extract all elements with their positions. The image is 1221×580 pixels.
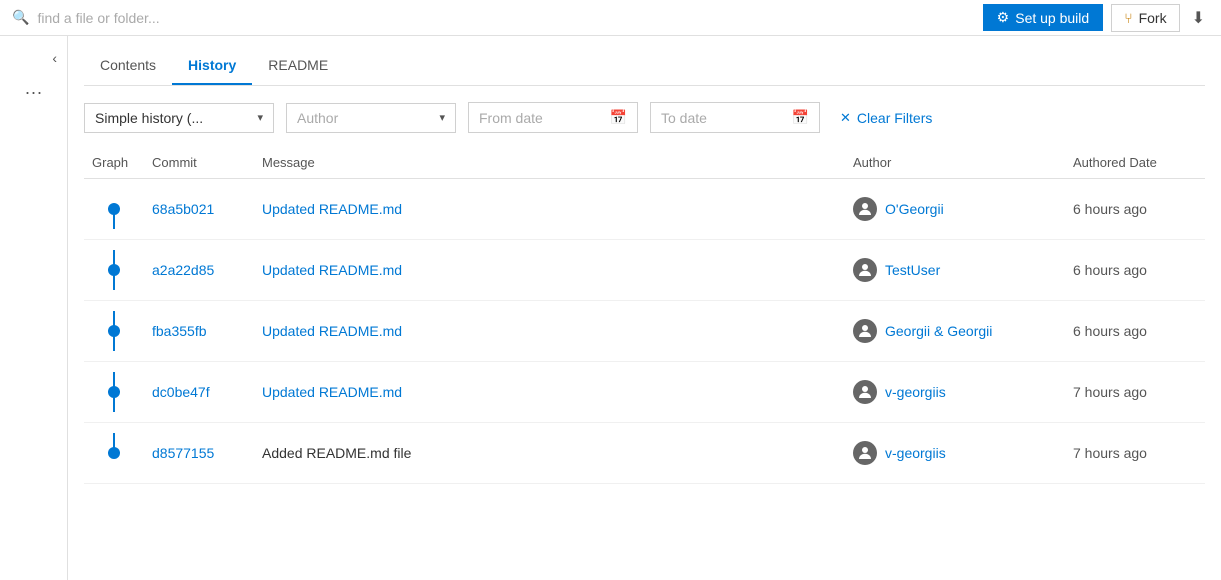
graph-cell-1 (84, 179, 144, 240)
sidebar-collapse-button[interactable]: ‹ (46, 44, 63, 72)
col-header-graph: Graph (84, 149, 144, 179)
avatar (853, 380, 877, 404)
history-type-chevron: ▾ (257, 111, 263, 124)
main-layout: ‹ ··· Contents History README Simple his… (0, 36, 1221, 580)
author-cell: TestUser (845, 240, 1065, 301)
setup-build-button[interactable]: ⚙ Set up build (983, 4, 1104, 31)
date-text: 6 hours ago (1073, 201, 1147, 217)
authored-date-cell: 7 hours ago (1065, 423, 1205, 484)
author-cell: v-georgiis (845, 362, 1065, 423)
message-link[interactable]: Updated README.md (262, 262, 402, 278)
to-date-calendar-icon: 📅 (792, 109, 809, 126)
filter-bar: Simple history (... ▾ Author ▾ From date… (84, 102, 1205, 133)
date-text: 6 hours ago (1073, 262, 1147, 278)
sidebar-more-button[interactable]: ··· (17, 78, 51, 107)
author-name-link[interactable]: Georgii & Georgii (885, 323, 992, 339)
message-text: Added README.md file (262, 445, 411, 461)
author-cell: O'Georgii (845, 179, 1065, 240)
commit-hash-cell[interactable]: a2a22d85 (144, 240, 254, 301)
author-filter[interactable]: Author ▾ (286, 103, 456, 133)
date-text: 7 hours ago (1073, 384, 1147, 400)
to-date-placeholder: To date (661, 110, 707, 126)
col-header-authored-date: Authored Date (1065, 149, 1205, 179)
avatar (853, 197, 877, 221)
author-name-link[interactable]: v-georgiis (885, 384, 946, 400)
message-cell[interactable]: Updated README.md (254, 301, 845, 362)
from-date-calendar-icon: 📅 (610, 109, 627, 126)
message-cell: Added README.md file (254, 423, 845, 484)
search-icon: 🔍 (12, 9, 29, 26)
message-cell[interactable]: Updated README.md (254, 240, 845, 301)
setup-build-icon: ⚙ (997, 9, 1010, 26)
message-cell[interactable]: Updated README.md (254, 362, 845, 423)
commit-hash-cell[interactable]: fba355fb (144, 301, 254, 362)
col-header-author: Author (845, 149, 1065, 179)
sidebar: ‹ ··· (0, 36, 68, 580)
message-cell[interactable]: Updated README.md (254, 179, 845, 240)
date-text: 6 hours ago (1073, 323, 1147, 339)
date-text: 7 hours ago (1073, 445, 1147, 461)
clear-filters-button[interactable]: ✕ Clear Filters (832, 106, 940, 130)
from-date-placeholder: From date (479, 110, 543, 126)
author-name-link[interactable]: v-georgiis (885, 445, 946, 461)
setup-build-label: Set up build (1015, 10, 1089, 26)
tabs-bar: Contents History README (84, 36, 1205, 86)
history-type-label: Simple history (... (95, 110, 203, 126)
table-row: d8577155Added README.md file v-georgiis … (84, 423, 1205, 484)
graph-cell-5 (84, 423, 144, 484)
author-cell: v-georgiis (845, 423, 1065, 484)
commit-link[interactable]: 68a5b021 (152, 201, 214, 217)
tab-contents[interactable]: Contents (84, 47, 172, 85)
fork-label: Fork (1139, 10, 1167, 26)
table-header-row: Graph Commit Message Author Authored Dat… (84, 149, 1205, 179)
clear-filters-label: Clear Filters (857, 110, 932, 126)
table-row: fba355fb Updated README.md Georgii & Geor… (84, 301, 1205, 362)
graph-cell-2 (84, 240, 144, 301)
search-placeholder[interactable]: find a file or folder... (37, 10, 159, 26)
commit-hash-cell[interactable]: d8577155 (144, 423, 254, 484)
message-link[interactable]: Updated README.md (262, 384, 402, 400)
author-chevron: ▾ (439, 111, 445, 124)
fork-icon: ⑂ (1124, 10, 1132, 26)
main-content: Contents History README Simple history (… (68, 36, 1221, 580)
commits-table: Graph Commit Message Author Authored Dat… (84, 149, 1205, 484)
commit-link[interactable]: fba355fb (152, 323, 207, 339)
commit-hash-cell[interactable]: dc0be47f (144, 362, 254, 423)
commit-link[interactable]: a2a22d85 (152, 262, 214, 278)
from-date-filter[interactable]: From date 📅 (468, 102, 638, 133)
author-name-link[interactable]: O'Georgii (885, 201, 944, 217)
history-type-filter[interactable]: Simple history (... ▾ (84, 103, 274, 133)
tab-history[interactable]: History (172, 47, 252, 85)
commit-link[interactable]: dc0be47f (152, 384, 210, 400)
download-icon[interactable]: ⬇ (1188, 4, 1209, 32)
to-date-filter[interactable]: To date 📅 (650, 102, 820, 133)
authored-date-cell: 7 hours ago (1065, 362, 1205, 423)
avatar (853, 319, 877, 343)
author-placeholder: Author (297, 110, 338, 126)
authored-date-cell: 6 hours ago (1065, 179, 1205, 240)
author-name-link[interactable]: TestUser (885, 262, 940, 278)
avatar (853, 258, 877, 282)
commit-hash-cell[interactable]: 68a5b021 (144, 179, 254, 240)
clear-filters-x-icon: ✕ (840, 110, 851, 126)
message-link[interactable]: Updated README.md (262, 201, 402, 217)
col-header-commit: Commit (144, 149, 254, 179)
authored-date-cell: 6 hours ago (1065, 301, 1205, 362)
authored-date-cell: 6 hours ago (1065, 240, 1205, 301)
top-bar-actions: ⚙ Set up build ⑂ Fork ⬇ (983, 4, 1209, 32)
table-row: a2a22d85 Updated README.md TestUser 6 hou… (84, 240, 1205, 301)
table-row: dc0be47f Updated README.md v-georgiis 7 h… (84, 362, 1205, 423)
graph-cell-4 (84, 362, 144, 423)
message-link[interactable]: Updated README.md (262, 323, 402, 339)
fork-button[interactable]: ⑂ Fork (1111, 4, 1179, 32)
search-area: 🔍 find a file or folder... (0, 9, 160, 26)
commit-link[interactable]: d8577155 (152, 445, 214, 461)
author-cell: Georgii & Georgii (845, 301, 1065, 362)
avatar (853, 441, 877, 465)
col-header-message: Message (254, 149, 845, 179)
graph-cell-3 (84, 301, 144, 362)
table-row: 68a5b021 Updated README.md O'Georgii 6 ho… (84, 179, 1205, 240)
tab-readme[interactable]: README (252, 47, 344, 85)
top-bar: 🔍 find a file or folder... ⚙ Set up buil… (0, 0, 1221, 36)
